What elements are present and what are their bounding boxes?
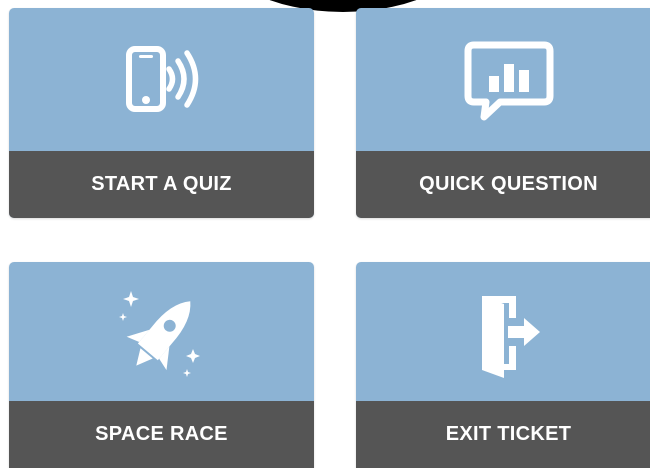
space-race-label: SPACE RACE [9,401,314,468]
phone-signal-icon [125,45,198,112]
quick-question-tile[interactable]: QUICK QUESTION [356,8,650,218]
chat-bar-chart-icon [464,41,553,120]
rocket-icon [118,290,200,377]
space-race-tile[interactable]: SPACE RACE [9,262,314,468]
tile-icon-area [356,8,650,151]
exit-ticket-tile[interactable]: EXIT TICKET [356,262,650,468]
exit-ticket-label: EXIT TICKET [356,401,650,468]
tile-icon-area [356,262,650,401]
launch-panel: START A QUIZ QUICK QUESTION SPACE RACE E… [0,0,650,468]
start-quiz-label: START A QUIZ [9,151,314,218]
quick-question-label: QUICK QUESTION [356,151,650,218]
tile-icon-area [9,262,314,401]
exit-door-icon [481,295,540,378]
start-quiz-tile[interactable]: START A QUIZ [9,8,314,218]
tile-icon-area [9,8,314,151]
